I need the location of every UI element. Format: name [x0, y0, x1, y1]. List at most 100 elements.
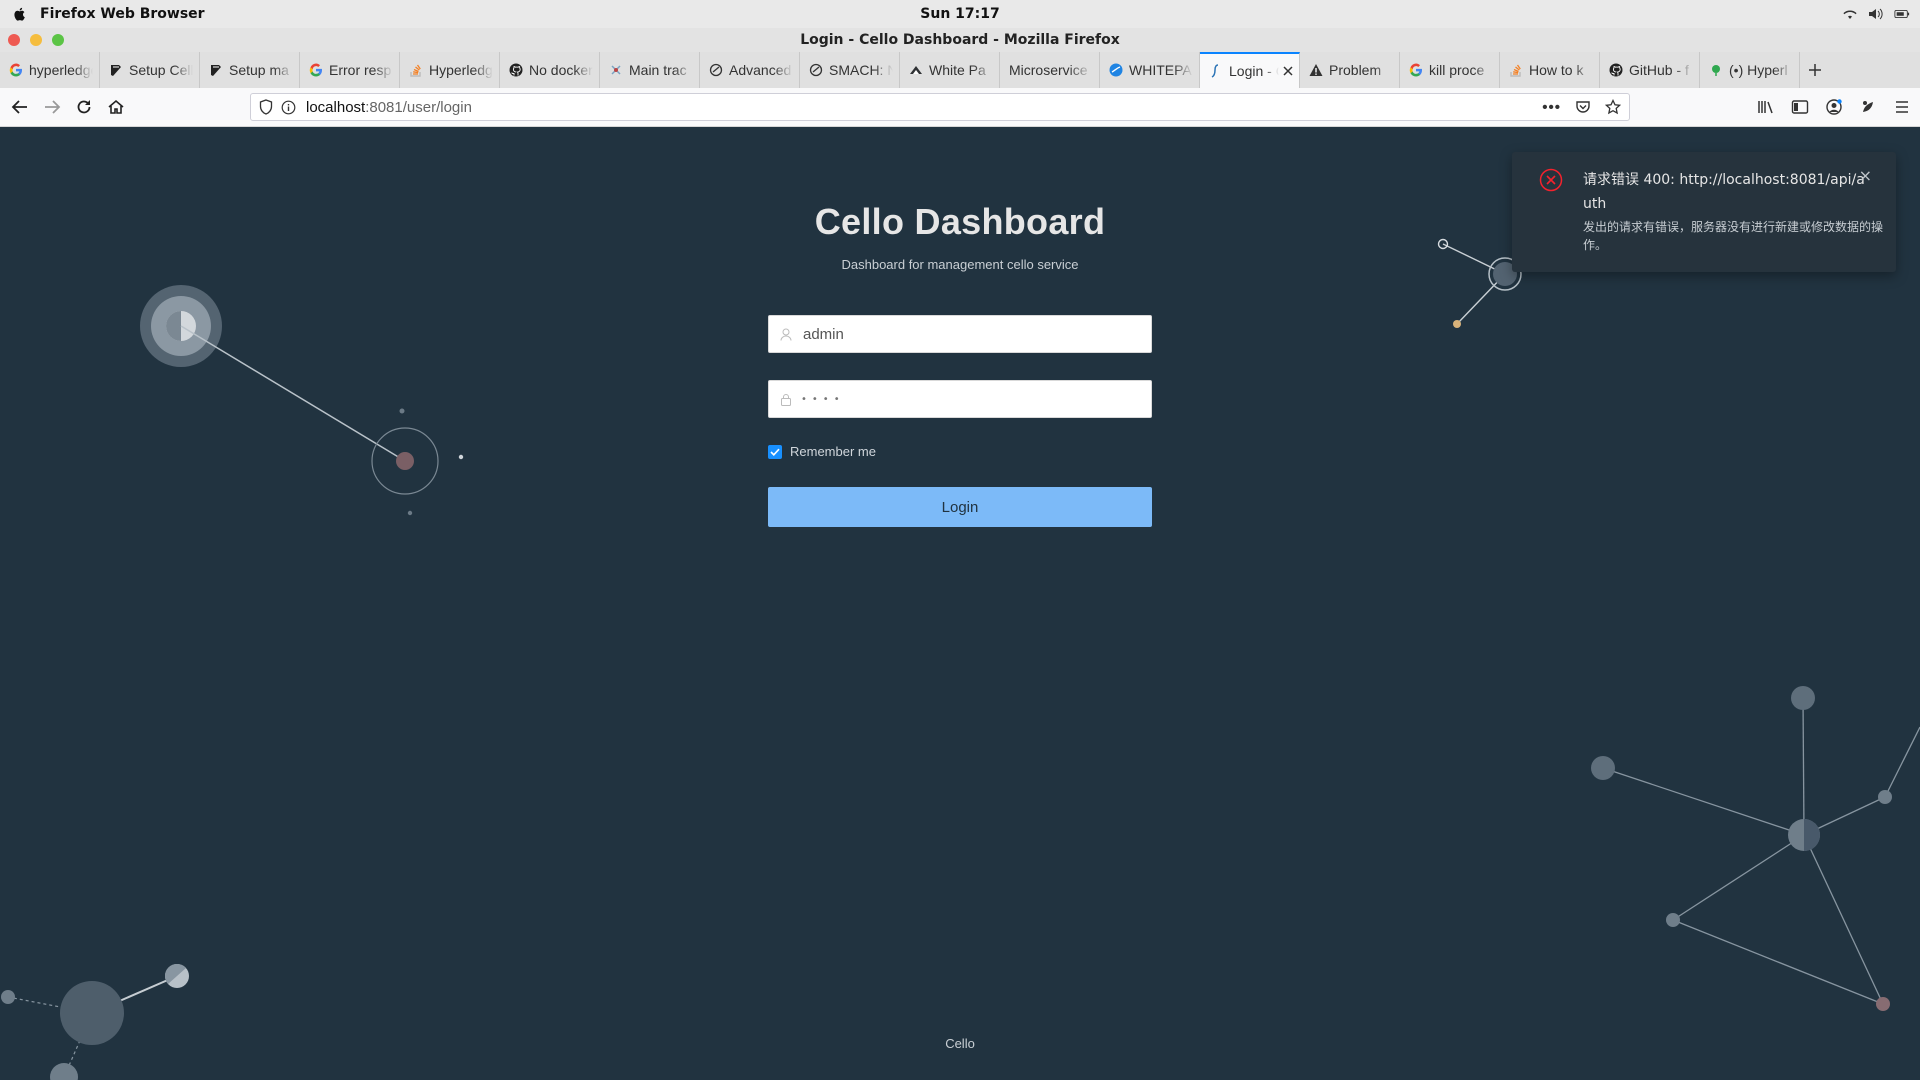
tab-label: Problem	[1329, 62, 1382, 78]
page-subtitle: Dashboard for management cello service	[841, 257, 1079, 272]
tab[interactable]: Hyperledger	[400, 52, 500, 88]
tab-label: Main trac	[629, 62, 687, 78]
tab[interactable]: Problem	[1300, 52, 1400, 88]
green-dot-icon	[1709, 63, 1723, 77]
url-bar[interactable]: localhost:8081/user/login •••	[250, 93, 1630, 121]
close-window-button[interactable]	[8, 34, 20, 46]
particle-node	[1791, 686, 1815, 710]
tab[interactable]: Main trac	[600, 52, 700, 88]
tab-active[interactable]: Login - C	[1200, 52, 1300, 88]
particle-dot	[458, 454, 464, 460]
tab-label: Setup Cello	[129, 62, 193, 78]
blue-globe-icon	[1109, 63, 1123, 77]
tab-label: Login - C	[1229, 63, 1279, 79]
tab-label: No docker	[529, 62, 593, 78]
tab[interactable]: No docker	[500, 52, 600, 88]
active-app-name[interactable]: Firefox Web Browser	[40, 6, 205, 22]
github-icon	[1609, 63, 1623, 77]
checkbox-checked-icon[interactable]	[768, 444, 782, 459]
tracking-protection-icon[interactable]	[259, 99, 273, 115]
tab[interactable]: kill proce	[1400, 52, 1500, 88]
url-host: localhost	[306, 98, 366, 116]
tab-label: White Pa	[929, 62, 986, 78]
system-clock: Sun 17:17	[920, 6, 1000, 22]
particle-node	[1876, 997, 1890, 1011]
pocket-icon[interactable]	[1575, 99, 1591, 115]
username-field[interactable]	[768, 315, 1152, 353]
os-menu-bar: Firefox Web Browser Sun 17:17	[0, 0, 1920, 28]
tab-strip: hyperledger Setup Cello Setup ma Error resp…	[0, 52, 1920, 88]
window-controls	[8, 34, 64, 46]
url-actions: •••	[1542, 99, 1621, 116]
particle-link	[180, 325, 406, 462]
reload-button[interactable]	[70, 93, 98, 121]
google-icon	[9, 63, 23, 77]
tab[interactable]: (•) Hyperl	[1700, 52, 1800, 88]
user-icon	[780, 328, 794, 341]
forward-button[interactable]	[38, 93, 66, 121]
password-field[interactable]: ••••	[768, 380, 1152, 418]
notification-title: 请求错误 400: http://localhost:8081/api/auth	[1583, 172, 1865, 212]
password-input[interactable]: ••••	[801, 394, 845, 405]
login-button[interactable]: Login	[768, 487, 1152, 527]
particle-node	[1, 990, 15, 1004]
particle-link	[1802, 697, 1805, 836]
tab[interactable]: Setup Cello	[100, 52, 200, 88]
page-footer: Cello	[945, 1036, 975, 1051]
tab[interactable]: Advanced	[700, 52, 800, 88]
warning-icon	[1309, 63, 1323, 77]
stackoverflow-icon	[1509, 63, 1523, 77]
tab[interactable]: How to k	[1500, 52, 1600, 88]
close-tab-icon[interactable]	[1283, 63, 1293, 79]
navigation-toolbar: localhost:8081/user/login •••	[0, 88, 1920, 127]
particle-link	[1884, 726, 1920, 798]
sidebar-icon[interactable]	[1790, 97, 1810, 117]
trac-icon	[609, 63, 623, 77]
tab[interactable]: SMACH: N	[800, 52, 900, 88]
volume-icon[interactable]	[1868, 7, 1884, 21]
extension-icon[interactable]	[1858, 97, 1878, 117]
particle-node	[1878, 790, 1892, 804]
tab-label: How to k	[1529, 62, 1584, 78]
error-icon	[1539, 168, 1563, 192]
particle-node	[50, 1063, 78, 1080]
window-title-bar: Login - Cello Dashboard - Mozilla Firefo…	[0, 28, 1920, 52]
bookmark-star-icon[interactable]	[1605, 99, 1621, 115]
tab[interactable]: hyperledger	[0, 52, 100, 88]
particle-dot	[1453, 320, 1461, 328]
cello-icon	[1209, 64, 1223, 78]
battery-icon[interactable]	[1894, 7, 1910, 21]
lock-icon	[780, 393, 794, 406]
url-path: :8081/user/login	[365, 98, 472, 116]
tab[interactable]: GitHub - f	[1600, 52, 1700, 88]
tab[interactable]: Microservice	[1000, 52, 1100, 88]
hamburger-menu-icon[interactable]	[1892, 97, 1912, 117]
minimize-window-button[interactable]	[30, 34, 42, 46]
status-icons	[1842, 0, 1910, 28]
apple-icon[interactable]	[12, 6, 30, 22]
wifi-icon[interactable]	[1842, 7, 1858, 21]
library-icon[interactable]	[1756, 97, 1776, 117]
back-button[interactable]	[6, 93, 34, 121]
tab-label: Hyperledger	[429, 62, 493, 78]
tab[interactable]: Setup ma	[200, 52, 300, 88]
home-button[interactable]	[102, 93, 130, 121]
maximize-window-button[interactable]	[52, 34, 64, 46]
new-tab-icon[interactable]	[1800, 52, 1830, 88]
tab[interactable]: White Pa	[900, 52, 1000, 88]
stackoverflow-icon	[409, 63, 423, 77]
notification-close-button[interactable]: ×	[1859, 166, 1872, 185]
tab-label: Microservice	[1009, 62, 1088, 78]
tab[interactable]: Error resp	[300, 52, 400, 88]
username-input[interactable]	[801, 324, 1151, 344]
page-actions-icon[interactable]: •••	[1542, 99, 1561, 116]
site-info-icon[interactable]	[281, 100, 296, 115]
login-form: Cello Dashboard Dashboard for management…	[768, 127, 1152, 527]
tab-label: GitHub - f	[1629, 62, 1689, 78]
tab-label: Advanced	[729, 62, 792, 78]
remember-me-checkbox[interactable]: Remember me	[768, 444, 876, 459]
tab[interactable]: WHITEPA	[1100, 52, 1200, 88]
page-viewport: Cello Dashboard Dashboard for management…	[0, 127, 1920, 1080]
account-icon[interactable]	[1824, 97, 1844, 117]
book-icon	[209, 63, 223, 77]
